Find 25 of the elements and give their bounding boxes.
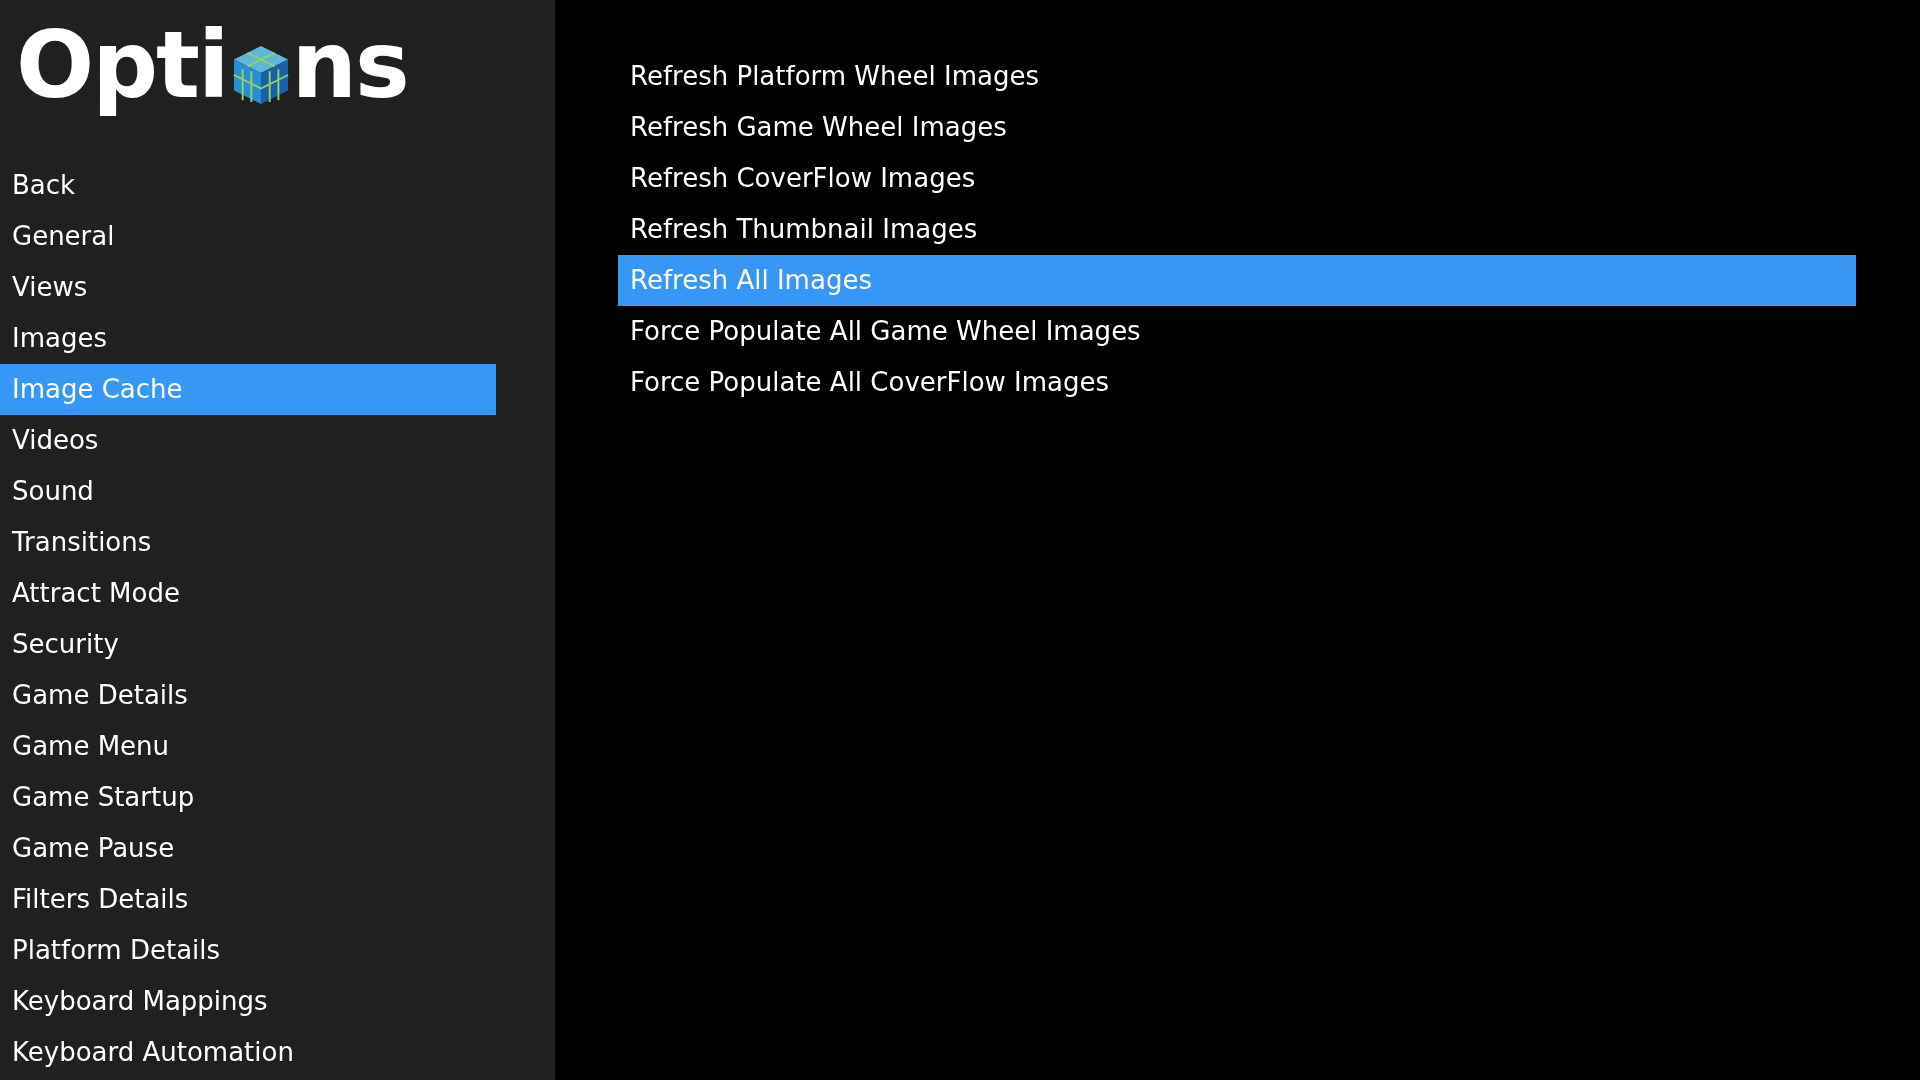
- sidebar-item[interactable]: Keyboard Mappings: [0, 976, 496, 1027]
- menu-option[interactable]: Force Populate All Game Wheel Images: [618, 306, 1856, 357]
- sidebar-item[interactable]: Transitions: [0, 517, 496, 568]
- sidebar-item[interactable]: Videos: [0, 415, 496, 466]
- sidebar-item[interactable]: Back: [0, 160, 496, 211]
- menu-option[interactable]: Refresh Platform Wheel Images: [618, 51, 1856, 102]
- sidebar-item[interactable]: Game Pause: [0, 823, 496, 874]
- sidebar-item[interactable]: Images: [0, 313, 496, 364]
- menu-option[interactable]: Refresh Thumbnail Images: [618, 204, 1856, 255]
- sidebar-item[interactable]: Sound: [0, 466, 496, 517]
- cube-icon: [231, 43, 290, 106]
- menu-option[interactable]: Force Populate All CoverFlow Images: [618, 357, 1856, 408]
- menu-option[interactable]: Refresh Game Wheel Images: [618, 102, 1856, 153]
- sidebar-item[interactable]: Platform Details: [0, 925, 496, 976]
- sidebar-item[interactable]: Game Details: [0, 670, 496, 721]
- menu-option[interactable]: Refresh CoverFlow Images: [618, 153, 1856, 204]
- options-title: ns: [291, 19, 408, 112]
- sidebar-item[interactable]: Game Startup: [0, 772, 496, 823]
- sidebar-item[interactable]: Security: [0, 619, 496, 670]
- sidebar-item[interactable]: Attract Mode: [0, 568, 496, 619]
- sidebar-item[interactable]: General: [0, 211, 496, 262]
- sidebar-item[interactable]: Keyboard Automation: [0, 1027, 496, 1078]
- sidebar-item[interactable]: Views: [0, 262, 496, 313]
- sidebar-item[interactable]: Filters Details: [0, 874, 496, 925]
- sidebar-item[interactable]: Game Menu: [0, 721, 496, 772]
